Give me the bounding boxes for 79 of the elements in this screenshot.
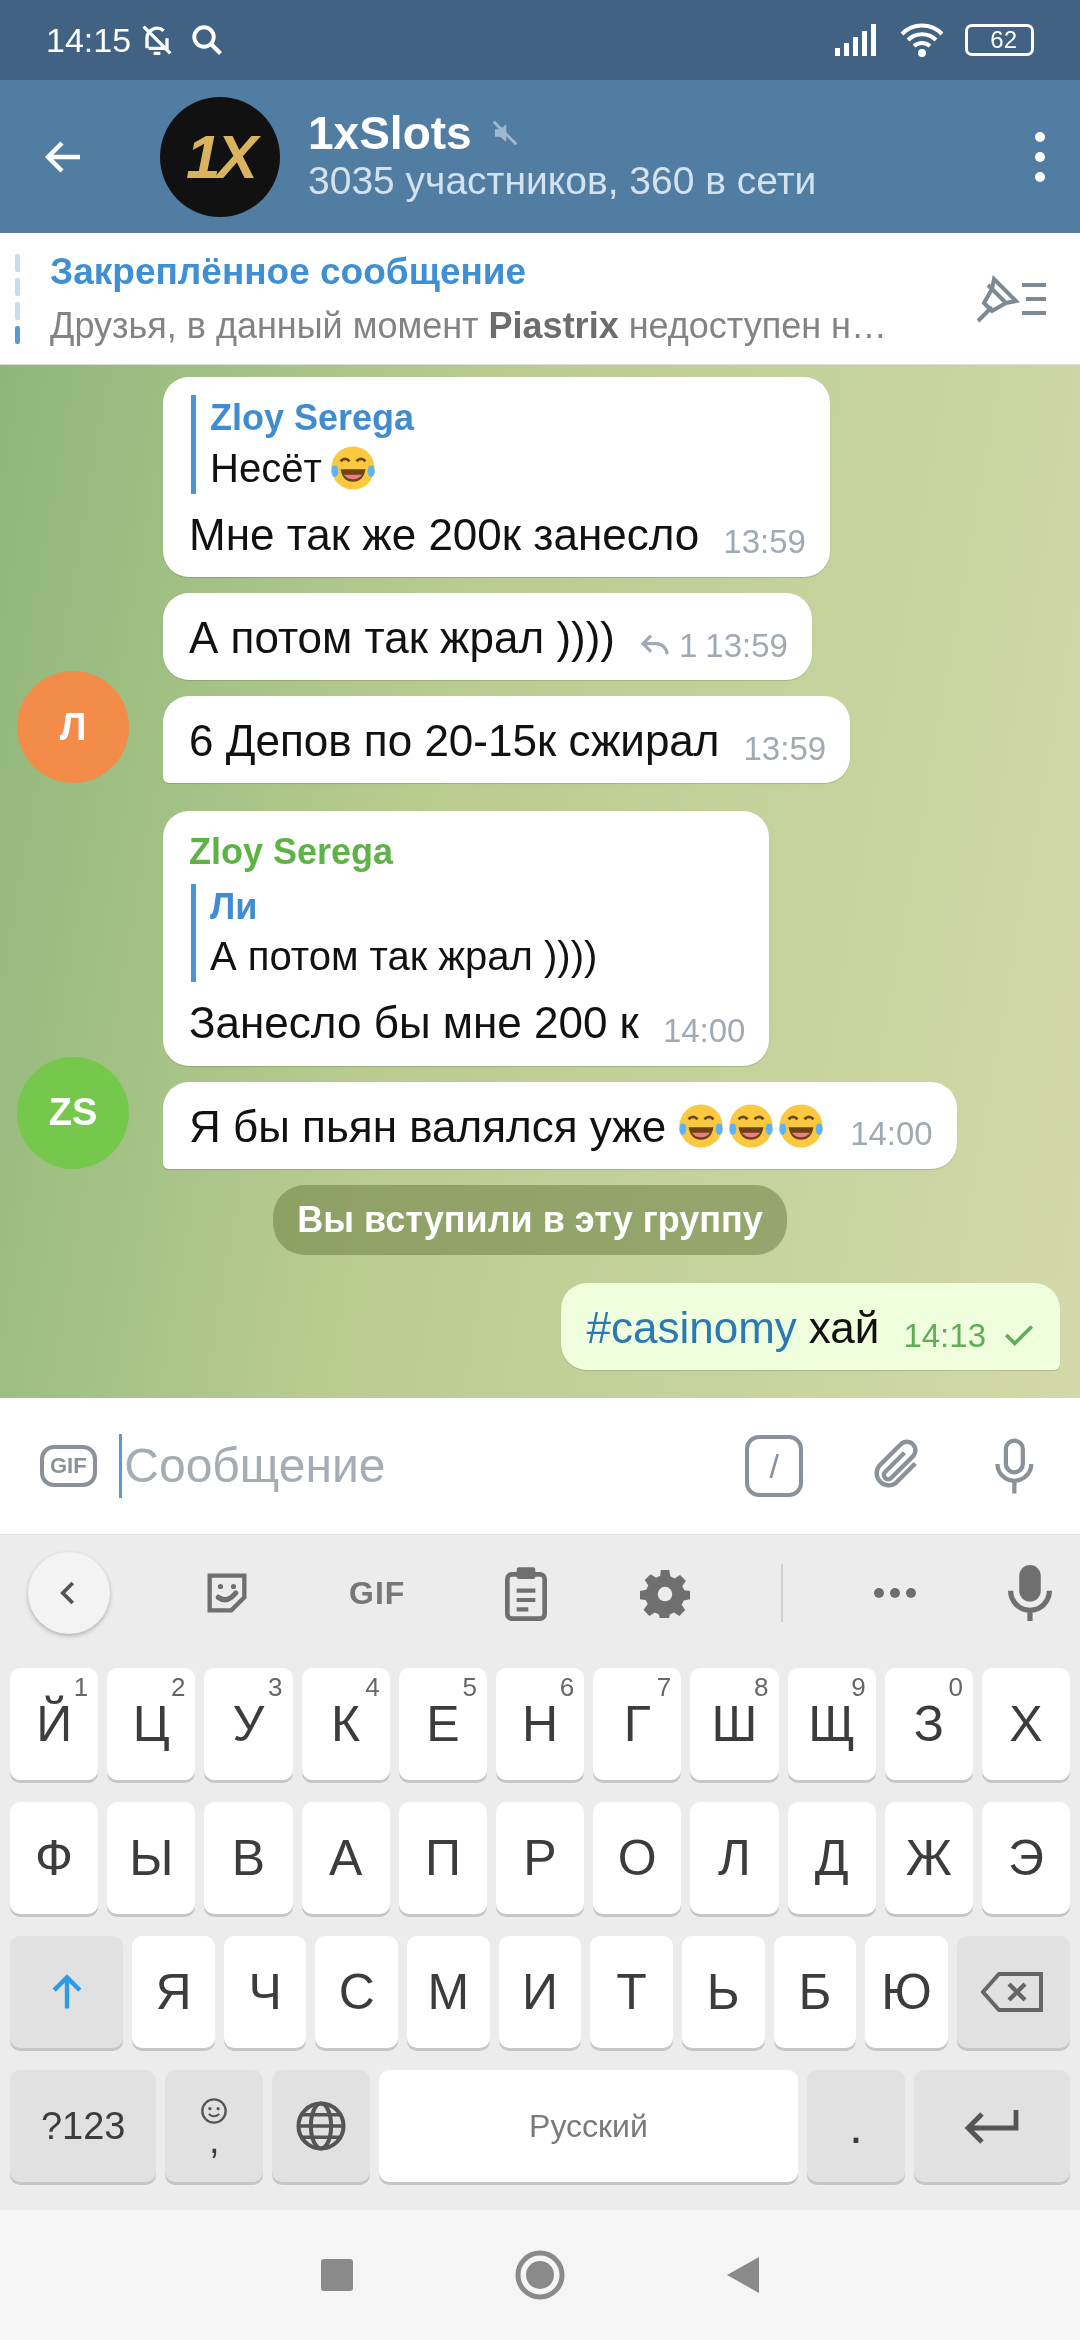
reply-author: Zloy Serega <box>210 395 416 440</box>
message-text: Мне так же 200к занесло <box>189 508 700 561</box>
reply-text: А потом так жрал )))) <box>210 933 598 981</box>
keyboard-key[interactable]: В <box>204 1802 293 1914</box>
home-icon[interactable] <box>514 2249 566 2301</box>
keyboard-key[interactable]: Ю <box>865 1936 948 2048</box>
keyboard-key[interactable]: Я <box>132 1936 215 2048</box>
keyboard-key[interactable]: Е 5 <box>398 1668 487 1780</box>
emoji-key[interactable]: , <box>165 2070 263 2182</box>
keyboard-key[interactable]: Л <box>690 1802 779 1914</box>
reply-quote[interactable]: Ли А потом так жрал )))) <box>191 883 746 983</box>
backspace-key[interactable] <box>956 1936 1070 2048</box>
keyboard-key[interactable]: Р <box>495 1802 585 1914</box>
keyboard-key[interactable]: О <box>593 1802 682 1914</box>
member-count: 3035 участников, 360 в сети <box>308 158 818 205</box>
chat-title: 1xSlots <box>308 107 472 159</box>
message-time: 14:00 <box>662 1011 746 1052</box>
language-key[interactable] <box>272 2070 370 2182</box>
message-text: 6 Депов по 20-15к сжирал <box>189 715 720 768</box>
keyboard-key[interactable]: П <box>398 1802 487 1914</box>
space-key[interactable]: Русский <box>378 2070 799 2182</box>
keyboard-key[interactable]: Э <box>981 1802 1071 1914</box>
gif-button[interactable]: GIF <box>343 1567 412 1618</box>
message-text: Я бы пьян валялся уже <box>189 1100 667 1153</box>
smiley-icon <box>200 2096 229 2125</box>
keyboard-key[interactable]: А <box>301 1802 390 1914</box>
keyboard-key[interactable]: Ь <box>681 1936 765 2048</box>
keyboard-key[interactable]: Ф <box>10 1802 99 1914</box>
message-time: 13:59 <box>705 625 788 666</box>
user-avatar: ZS <box>17 1056 129 1169</box>
keyboard-key[interactable]: Ж <box>884 1802 973 1914</box>
message-time: 14:00 <box>850 1114 933 1155</box>
message-text: хай <box>808 1301 880 1354</box>
keyboard-key[interactable]: Й 1 <box>10 1668 99 1780</box>
microphone-icon[interactable] <box>1007 1564 1052 1621</box>
keyboard-key[interactable]: У 3 <box>204 1668 293 1780</box>
keyboard-key[interactable]: К 4 <box>301 1668 390 1780</box>
settings-icon[interactable] <box>640 1567 691 1618</box>
keyboard-key[interactable]: Ш 8 <box>690 1668 779 1780</box>
hashtag-link[interactable]: #casinomy <box>586 1298 797 1356</box>
pinned-text: Друзья, в данный момент Piastrix недоступен н… <box>50 304 888 349</box>
battery-indicator: 62 <box>965 24 1034 56</box>
reply-quote[interactable]: Zloy Serega Несёт <box>191 394 806 494</box>
enter-key[interactable] <box>913 2070 1070 2182</box>
message-time: 13:59 <box>743 728 827 769</box>
keyboard-key[interactable]: З 0 <box>884 1668 973 1780</box>
wifi-icon <box>899 22 946 58</box>
keyboard-key[interactable]: Х <box>981 1668 1071 1780</box>
channel-avatar: 1X <box>160 96 280 217</box>
keyboard-key[interactable]: Ы <box>107 1802 196 1914</box>
clock-time: 14:15 <box>46 19 132 61</box>
pinned-title: Закреплённое сообщение <box>50 249 528 294</box>
keyboard-key[interactable]: М <box>407 1936 490 2048</box>
message-text: А потом так жрал )))) <box>189 611 615 664</box>
backspace-icon <box>981 1972 1046 2012</box>
keyboard-key[interactable]: Щ 9 <box>787 1668 876 1780</box>
keyboard-key[interactable]: Г 7 <box>593 1668 682 1780</box>
period-key[interactable]: . <box>807 2070 905 2182</box>
keyboard-key[interactable]: Ц 2 <box>107 1668 196 1780</box>
more-icon[interactable] <box>873 1586 918 1599</box>
recent-apps-icon[interactable] <box>319 2257 356 2293</box>
keyboard-key[interactable]: Ч <box>223 1936 307 2048</box>
user-avatar: Л <box>17 671 129 784</box>
message-time: 14:13 <box>903 1315 986 1356</box>
message-time: 13:59 <box>723 522 806 563</box>
reply-text: Несёт <box>210 444 322 492</box>
keyboard-key[interactable]: Д <box>787 1802 876 1914</box>
message-text: Занесло бы мне 200 к <box>189 997 639 1050</box>
keyboard-key[interactable]: Н 6 <box>495 1668 585 1780</box>
keyboard-key[interactable]: И <box>498 1936 582 2048</box>
keyboard-key[interactable]: С <box>315 1936 399 2048</box>
symbols-key[interactable]: ?123 <box>10 2070 157 2182</box>
sender-name: Zloy Serega <box>189 830 395 875</box>
keyboard-key[interactable]: Б <box>773 1936 857 2048</box>
reply-count: 1 <box>679 625 698 666</box>
message-input[interactable]: Сообщение <box>122 1430 746 1502</box>
reply-author: Ли <box>210 884 259 929</box>
service-message: Вы вступили в эту группу <box>273 1184 787 1255</box>
keyboard-key[interactable]: Т <box>590 1936 673 2048</box>
